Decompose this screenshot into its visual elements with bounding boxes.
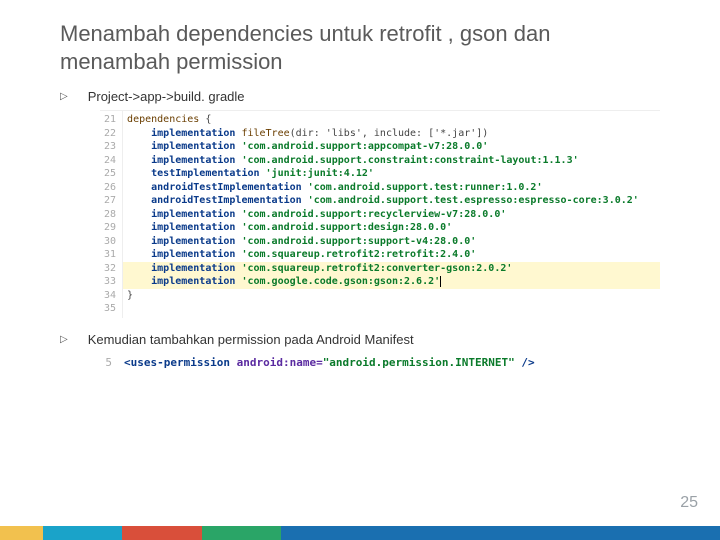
slide-title: Menambah dependencies untuk retrofit , g… bbox=[60, 20, 660, 75]
page-number: 25 bbox=[680, 494, 698, 512]
code-line: implementation 'com.android.support:recy… bbox=[127, 208, 656, 222]
code-line: implementation 'com.android.support:appc… bbox=[127, 140, 656, 154]
footer-color-3 bbox=[122, 526, 201, 540]
code-line: implementation 'com.android.support:supp… bbox=[127, 235, 656, 249]
bullet-1: ▷ Project->app->build. gradle bbox=[60, 89, 660, 104]
code-line: } bbox=[127, 289, 656, 303]
slide-body: Menambah dependencies untuk retrofit , g… bbox=[0, 0, 720, 373]
footer-color-2 bbox=[43, 526, 122, 540]
manifest-line-number: 5 bbox=[100, 353, 120, 374]
bullet-1-text: Project->app->build. gradle bbox=[88, 89, 245, 104]
xml-close: /> bbox=[515, 356, 535, 369]
footer-color-4 bbox=[202, 526, 281, 540]
code-line bbox=[127, 302, 656, 316]
xml-open: < bbox=[124, 356, 131, 369]
gradle-code-block: 212223242526272829303132333435 dependenc… bbox=[100, 110, 660, 318]
code-line: testImplementation 'junit:junit:4.12' bbox=[127, 167, 656, 181]
code-line: implementation 'com.android.support:desi… bbox=[127, 221, 656, 235]
line-number-gutter: 212223242526272829303132333435 bbox=[100, 111, 123, 318]
bullet-2: ▷ Kemudian tambahkan permission pada And… bbox=[60, 332, 660, 347]
gradle-code: dependencies { implementation fileTree(d… bbox=[123, 111, 660, 318]
code-line: implementation 'com.android.support.cons… bbox=[127, 154, 656, 168]
xml-attr-value: "android.permission.INTERNET" bbox=[323, 356, 515, 369]
code-line: androidTestImplementation 'com.android.s… bbox=[127, 181, 656, 195]
xml-attr-name: android:name= bbox=[237, 356, 323, 369]
footer-stripe bbox=[0, 526, 720, 540]
code-line: implementation 'com.google.code.gson:gso… bbox=[123, 275, 660, 289]
xml-tag: uses-permission bbox=[131, 356, 230, 369]
code-line: dependencies { bbox=[127, 113, 656, 127]
triangle-bullet-icon: ▷ bbox=[60, 91, 68, 102]
bullet-2-text: Kemudian tambahkan permission pada Andro… bbox=[88, 332, 414, 347]
code-line: implementation 'com.squareup.retrofit2:c… bbox=[123, 262, 660, 276]
manifest-code-block: 5 <uses-permission android:name="android… bbox=[100, 353, 660, 374]
footer-color-5 bbox=[281, 526, 720, 540]
xml-space bbox=[230, 356, 237, 369]
code-line: implementation fileTree(dir: 'libs', inc… bbox=[127, 127, 656, 141]
manifest-code: <uses-permission android:name="android.p… bbox=[120, 353, 539, 374]
triangle-bullet-icon: ▷ bbox=[60, 334, 68, 345]
footer-color-1 bbox=[0, 526, 43, 540]
code-line: androidTestImplementation 'com.android.s… bbox=[127, 194, 656, 208]
code-line: implementation 'com.squareup.retrofit2:r… bbox=[127, 248, 656, 262]
